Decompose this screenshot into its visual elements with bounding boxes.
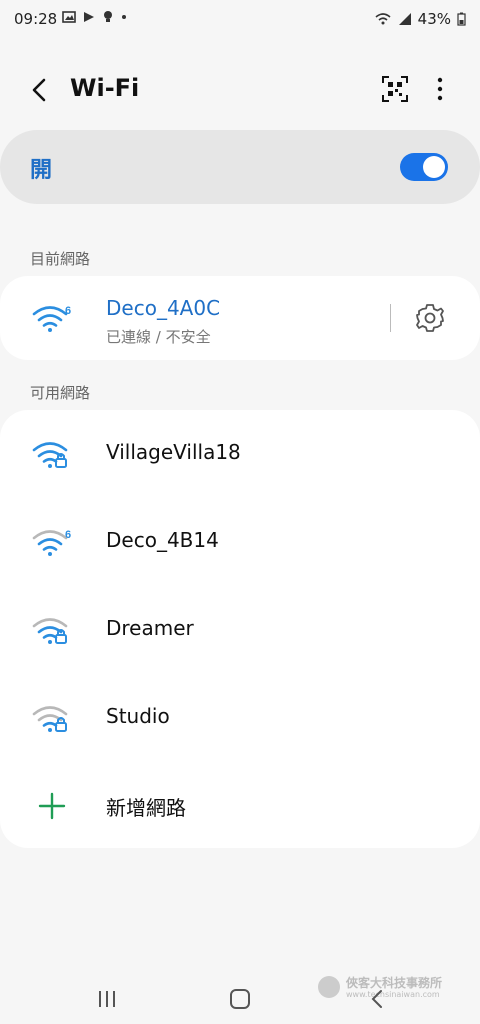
add-network-label: 新增網路 (106, 796, 186, 820)
available-networks-section-label: 可用網路 (30, 384, 91, 402)
wifi-lock-icon (32, 442, 68, 468)
plus-icon (38, 792, 66, 820)
network-row-studio[interactable]: Studio (0, 674, 480, 762)
wifi-6-icon: 6 (32, 529, 71, 556)
status-time: 09:28 (14, 10, 58, 28)
image-icon (62, 11, 76, 23)
network-row-deco-4b14[interactable]: 6 Deco_4B14 (0, 498, 480, 586)
wifi-6-icon: 6 (32, 305, 71, 332)
divider (390, 304, 391, 332)
recent-apps-icon[interactable] (96, 988, 118, 1010)
page-title: Wi-Fi (70, 74, 140, 102)
bulb-icon (104, 11, 112, 22)
battery-icon (457, 12, 466, 26)
svg-text:6: 6 (65, 529, 71, 541)
current-network-section-label: 目前網路 (30, 250, 91, 268)
more-options-icon[interactable] (430, 74, 450, 104)
play-icon (84, 12, 94, 22)
wifi-toggle-row[interactable]: 開 (0, 130, 480, 204)
notification-icons (62, 10, 128, 24)
home-icon[interactable] (229, 988, 251, 1010)
back-nav-icon[interactable] (366, 988, 388, 1010)
network-name: Deco_4B14 (106, 528, 219, 552)
dot-icon (122, 15, 126, 19)
toggle-knob (423, 156, 445, 178)
network-row-villagevilla18[interactable]: VillageVilla18 (0, 410, 480, 498)
network-name: VillageVilla18 (106, 440, 241, 464)
wifi-lock-icon (32, 618, 68, 644)
svg-text:6: 6 (65, 305, 71, 317)
wifi-toggle-label: 開 (30, 158, 53, 183)
gear-icon[interactable] (414, 302, 446, 334)
current-network-status: 已連線 / 不安全 (106, 328, 211, 346)
navigation-bar (0, 980, 480, 1024)
wifi-toggle-switch[interactable] (400, 153, 448, 181)
wifi-status-icon (375, 13, 391, 25)
network-row-dreamer[interactable]: Dreamer (0, 586, 480, 674)
add-network-row[interactable]: 新增網路 (0, 762, 480, 850)
available-networks-list: VillageVilla18 6 Deco_4B14 Dreamer Studi… (0, 410, 480, 848)
current-network-card[interactable]: 6 Deco_4A0C 已連線 / 不安全 (0, 276, 480, 360)
wifi-lock-icon (32, 706, 68, 732)
battery-percent: 43% (417, 10, 451, 28)
app-header: Wi-Fi (0, 60, 480, 124)
signal-icon (398, 13, 411, 25)
status-bar: 09:28 43% (0, 0, 480, 40)
qr-code-icon[interactable] (380, 74, 410, 104)
network-name: Studio (106, 704, 170, 728)
back-button[interactable] (24, 74, 56, 106)
network-name: Dreamer (106, 616, 194, 640)
system-icons: 43% (374, 10, 466, 28)
current-network-name: Deco_4A0C (106, 296, 221, 320)
